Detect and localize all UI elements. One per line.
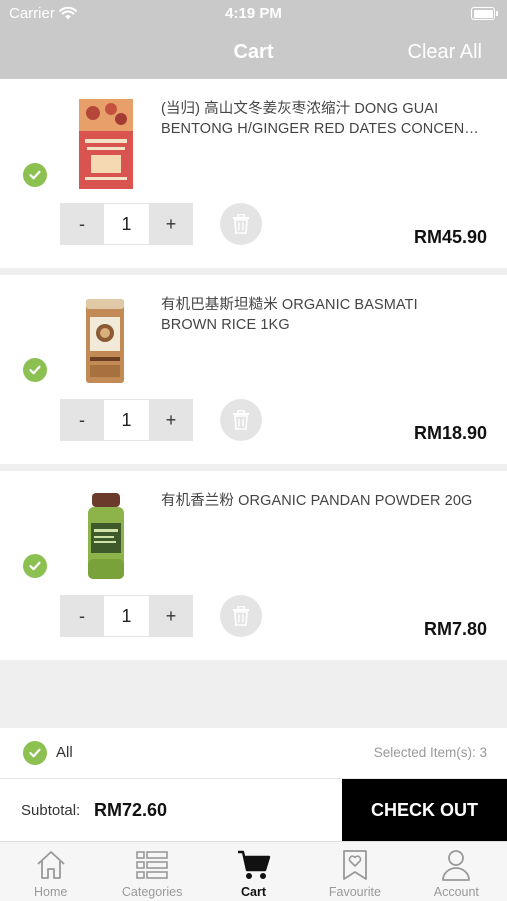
quantity-value[interactable]: 1: [104, 203, 149, 245]
item-price: RM7.80: [423, 619, 487, 639]
tab-home-label: Home: [34, 885, 68, 899]
tab-account-label: Account: [433, 885, 479, 899]
tab-home[interactable]: Home: [0, 842, 101, 901]
nav-bar: Cart Clear All: [0, 28, 507, 79]
product-name-line2: BENTONG H/GINGER RED DATES CONCENTRATE: [161, 121, 483, 137]
categories-icon: [136, 851, 168, 879]
delete-item-button[interactable]: [220, 399, 262, 441]
trash-icon: [233, 410, 249, 430]
decrease-quantity-button[interactable]: -: [60, 203, 104, 245]
checkout-bar: Subtotal: RM72.60 CHECK OUT: [0, 779, 507, 841]
status-bar: Carrier 4:19 PM: [0, 0, 507, 28]
favourite-icon: [343, 850, 367, 880]
checkmark-icon: [29, 170, 41, 180]
delete-item-button[interactable]: [220, 203, 262, 245]
product-image[interactable]: [77, 293, 135, 387]
checkout-button[interactable]: CHECK OUT: [342, 779, 507, 841]
increase-quantity-button[interactable]: +: [149, 399, 193, 441]
quantity-value[interactable]: 1: [104, 595, 149, 637]
trash-icon: [233, 606, 249, 626]
cart-item: 有机巴基斯坦糙米 ORGANIC BASMATI BROWN RICE 1KG …: [0, 275, 507, 464]
battery-icon: [471, 7, 498, 20]
clear-all-button[interactable]: Clear All: [408, 41, 482, 64]
product-name[interactable]: (当归) 高山文冬姜灰枣浓缩汁 DONG GUAI BENTONG H/GING…: [161, 99, 483, 139]
decrease-quantity-button[interactable]: -: [60, 399, 104, 441]
selected-count: Selected Item(s): 3: [373, 745, 487, 760]
cart-icon: [237, 850, 270, 879]
checkmark-icon: [29, 365, 41, 375]
item-price: RM18.90: [413, 423, 487, 443]
account-icon: [442, 850, 471, 881]
cart-item: (当归) 高山文冬姜灰枣浓缩汁 DONG GUAI BENTONG H/GING…: [0, 79, 507, 268]
item-select-checkbox[interactable]: [23, 163, 47, 187]
product-name[interactable]: 有机巴基斯坦糙米 ORGANIC BASMATI BROWN RICE 1KG: [161, 295, 483, 335]
item-select-checkbox[interactable]: [23, 554, 47, 578]
tab-cart-label: Cart: [241, 885, 267, 899]
checkmark-icon: [29, 748, 41, 758]
increase-quantity-button[interactable]: +: [149, 203, 193, 245]
home-icon: [37, 851, 65, 879]
item-price: RM45.90: [413, 227, 487, 247]
quantity-stepper: - 1 +: [60, 595, 195, 637]
tab-categories-label: Categories: [121, 885, 183, 899]
tab-categories[interactable]: Categories: [101, 842, 202, 901]
product-image[interactable]: [77, 489, 135, 583]
checkmark-icon: [29, 561, 41, 571]
tab-favourite[interactable]: Favourite: [304, 842, 405, 901]
tab-cart[interactable]: Cart: [203, 842, 304, 901]
trash-icon: [233, 214, 249, 234]
product-image[interactable]: [77, 97, 135, 191]
quantity-value[interactable]: 1: [104, 399, 149, 441]
subtotal-label: Subtotal:: [21, 802, 81, 819]
product-name-line2: BROWN RICE 1KG: [161, 317, 290, 333]
subtotal-value: RM72.60: [94, 800, 168, 820]
product-name-line1: 有机巴基斯坦糙米 ORGANIC BASMATI: [161, 297, 418, 313]
product-name-line1: (当归) 高山文冬姜灰枣浓缩汁 DONG GUAI: [161, 101, 439, 117]
product-name[interactable]: 有机香兰粉 ORGANIC PANDAN POWDER 20G: [161, 491, 483, 511]
increase-quantity-button[interactable]: +: [149, 595, 193, 637]
clock: 4:19 PM: [225, 5, 282, 22]
cart-item: 有机香兰粉 ORGANIC PANDAN POWDER 20G - 1 + RM…: [0, 471, 507, 660]
tab-account[interactable]: Account: [406, 842, 507, 901]
decrease-quantity-button[interactable]: -: [60, 595, 104, 637]
product-name-line1: 有机香兰粉 ORGANIC PANDAN POWDER 20G: [161, 493, 473, 509]
select-all-label[interactable]: All: [56, 744, 73, 761]
select-all-row: All Selected Item(s): 3: [0, 728, 507, 779]
quantity-stepper: - 1 +: [60, 203, 195, 245]
quantity-stepper: - 1 +: [60, 399, 195, 441]
tab-favourite-label: Favourite: [328, 885, 381, 899]
select-all-checkbox[interactable]: [23, 741, 47, 765]
item-select-checkbox[interactable]: [23, 358, 47, 382]
delete-item-button[interactable]: [220, 595, 262, 637]
tab-bar: Home Categories Cart Favourite Account: [0, 841, 507, 901]
